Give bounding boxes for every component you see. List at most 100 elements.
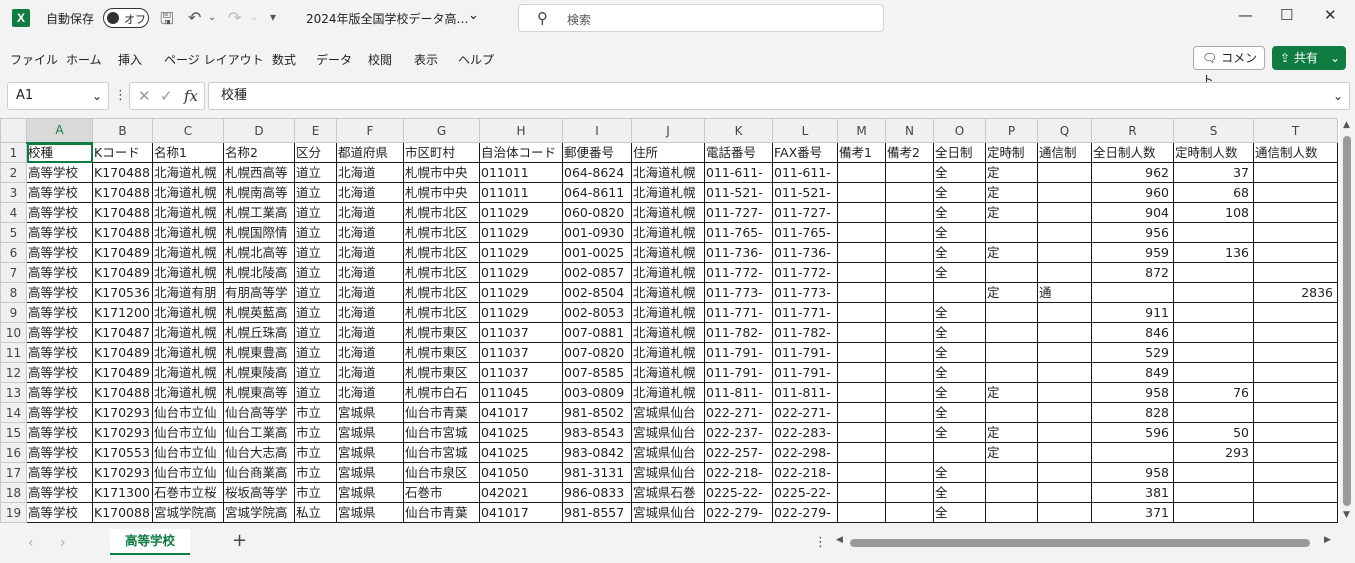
cell[interactable]: K170489 <box>92 242 153 263</box>
row-header[interactable]: 12 <box>0 362 27 383</box>
row-header[interactable]: 2 <box>0 162 27 183</box>
enter-icon[interactable]: ✓ <box>160 87 173 105</box>
cell[interactable]: K170487 <box>92 322 153 343</box>
cell[interactable]: K170488 <box>92 202 153 223</box>
cell[interactable]: 札幌市東区 <box>403 342 480 363</box>
tab-insert[interactable]: 挿入 <box>118 51 142 68</box>
cell[interactable]: 041017 <box>479 502 563 523</box>
cell[interactable]: 北海道 <box>336 282 404 303</box>
cell[interactable]: 011-791- <box>704 362 773 383</box>
cell[interactable]: 011-782- <box>772 322 838 343</box>
cell[interactable] <box>1253 462 1338 483</box>
cell[interactable]: 宮城県 <box>336 482 404 503</box>
cell[interactable] <box>1253 162 1338 183</box>
cell[interactable]: 市立 <box>294 482 337 503</box>
cell[interactable]: 札幌丘珠高 <box>223 322 295 343</box>
cell[interactable] <box>885 162 934 183</box>
column-header[interactable]: D <box>223 118 295 143</box>
cell[interactable]: 札幌南高等 <box>223 182 295 203</box>
cell[interactable] <box>1253 302 1338 323</box>
cell[interactable]: 道立 <box>294 242 337 263</box>
cell[interactable] <box>1037 322 1092 343</box>
expand-formula-bar-icon[interactable]: ⌄ <box>1333 83 1343 109</box>
cell[interactable] <box>837 182 886 203</box>
cell[interactable]: 962 <box>1091 162 1174 183</box>
cell[interactable] <box>1037 222 1092 243</box>
cell[interactable]: 定 <box>985 442 1038 463</box>
cell[interactable]: 仙台市青葉 <box>403 402 480 423</box>
cell[interactable] <box>1173 322 1254 343</box>
cell[interactable]: K170536 <box>92 282 153 303</box>
cell[interactable]: 042021 <box>479 482 563 503</box>
cell[interactable]: 北海道 <box>336 262 404 283</box>
redo-dropdown-icon[interactable]: ⌄ <box>250 12 258 23</box>
cell[interactable]: 北海道札幌 <box>631 162 705 183</box>
cell[interactable]: 011-782- <box>704 322 773 343</box>
cell[interactable]: 北海道札幌 <box>152 222 224 243</box>
cell[interactable]: 022-279- <box>772 502 838 523</box>
cell[interactable]: 011-773- <box>772 282 838 303</box>
cell[interactable]: 仙台市宮城 <box>403 422 480 443</box>
undo-icon[interactable]: ↶ <box>188 8 201 27</box>
cell[interactable]: 札幌市東区 <box>403 362 480 383</box>
cell[interactable] <box>1173 282 1254 303</box>
cell[interactable] <box>837 342 886 363</box>
add-sheet-icon[interactable]: + <box>232 530 247 551</box>
cell[interactable]: 911 <box>1091 302 1174 323</box>
cell[interactable]: 064-8624 <box>562 162 632 183</box>
cell[interactable]: 007-0820 <box>562 342 632 363</box>
cell[interactable]: 仙台大志高 <box>223 442 295 463</box>
cell[interactable] <box>1173 462 1254 483</box>
cell[interactable]: 自治体コード <box>479 142 563 163</box>
tab-formulas[interactable]: 数式 <box>272 51 296 68</box>
tab-data[interactable]: データ <box>316 51 352 68</box>
cell[interactable]: 北海道 <box>336 362 404 383</box>
next-sheet-icon[interactable]: › <box>60 535 66 551</box>
cell[interactable]: 958 <box>1091 462 1174 483</box>
scroll-thumb[interactable] <box>1343 136 1351 506</box>
cell[interactable]: 札幌市北区 <box>403 242 480 263</box>
cell[interactable]: 381 <box>1091 482 1174 503</box>
cell[interactable]: 北海道有朋 <box>152 282 224 303</box>
cell[interactable]: 全 <box>933 342 986 363</box>
prev-sheet-icon[interactable]: ‹ <box>28 535 34 551</box>
close-icon[interactable]: ✕ <box>1324 6 1337 24</box>
cell[interactable]: 全 <box>933 382 986 403</box>
cell[interactable]: 道立 <box>294 262 337 283</box>
tab-view[interactable]: 表示 <box>414 51 438 68</box>
cell[interactable]: 022-237- <box>704 422 773 443</box>
cell[interactable]: 宮城県仙台 <box>631 422 705 443</box>
cell[interactable] <box>985 462 1038 483</box>
cell[interactable]: 北海道 <box>336 162 404 183</box>
more-options-icon[interactable]: ⋮ <box>814 535 827 550</box>
cell[interactable]: 全 <box>933 182 986 203</box>
cell[interactable] <box>885 502 934 523</box>
chevron-down-icon[interactable]: ⌄ <box>1330 46 1340 70</box>
cell[interactable]: 011-765- <box>772 222 838 243</box>
cell[interactable]: 981-8502 <box>562 402 632 423</box>
cell[interactable]: 宮城県仙台 <box>631 442 705 463</box>
cell[interactable]: 北海道札幌 <box>631 242 705 263</box>
cell[interactable] <box>885 262 934 283</box>
cell[interactable]: 007-0881 <box>562 322 632 343</box>
row-header[interactable]: 19 <box>0 502 27 523</box>
row-header[interactable]: 13 <box>0 382 27 403</box>
cell[interactable]: 011029 <box>479 202 563 223</box>
cell[interactable]: 定 <box>985 382 1038 403</box>
chevron-down-icon[interactable]: ⌄ <box>92 83 102 109</box>
more-options-icon[interactable]: ⋮ <box>114 88 127 103</box>
redo-icon[interactable]: ↷ <box>228 8 241 27</box>
sheet-tab[interactable]: 高等学校 <box>110 529 190 555</box>
cell[interactable]: 011-727- <box>772 202 838 223</box>
cell[interactable]: 宮城県 <box>336 402 404 423</box>
document-title[interactable]: 2024年版全国学校データ高… <box>306 10 469 27</box>
horizontal-scrollbar[interactable]: ◀ ▶ <box>836 535 1336 549</box>
column-header[interactable]: C <box>152 118 224 143</box>
cell[interactable]: 定時制人数 <box>1173 142 1254 163</box>
cell[interactable]: 北海道札幌 <box>631 182 705 203</box>
cell[interactable] <box>885 342 934 363</box>
row-header[interactable]: 17 <box>0 462 27 483</box>
cell[interactable] <box>885 442 934 463</box>
cell[interactable]: 011029 <box>479 222 563 243</box>
cell[interactable] <box>1173 302 1254 323</box>
